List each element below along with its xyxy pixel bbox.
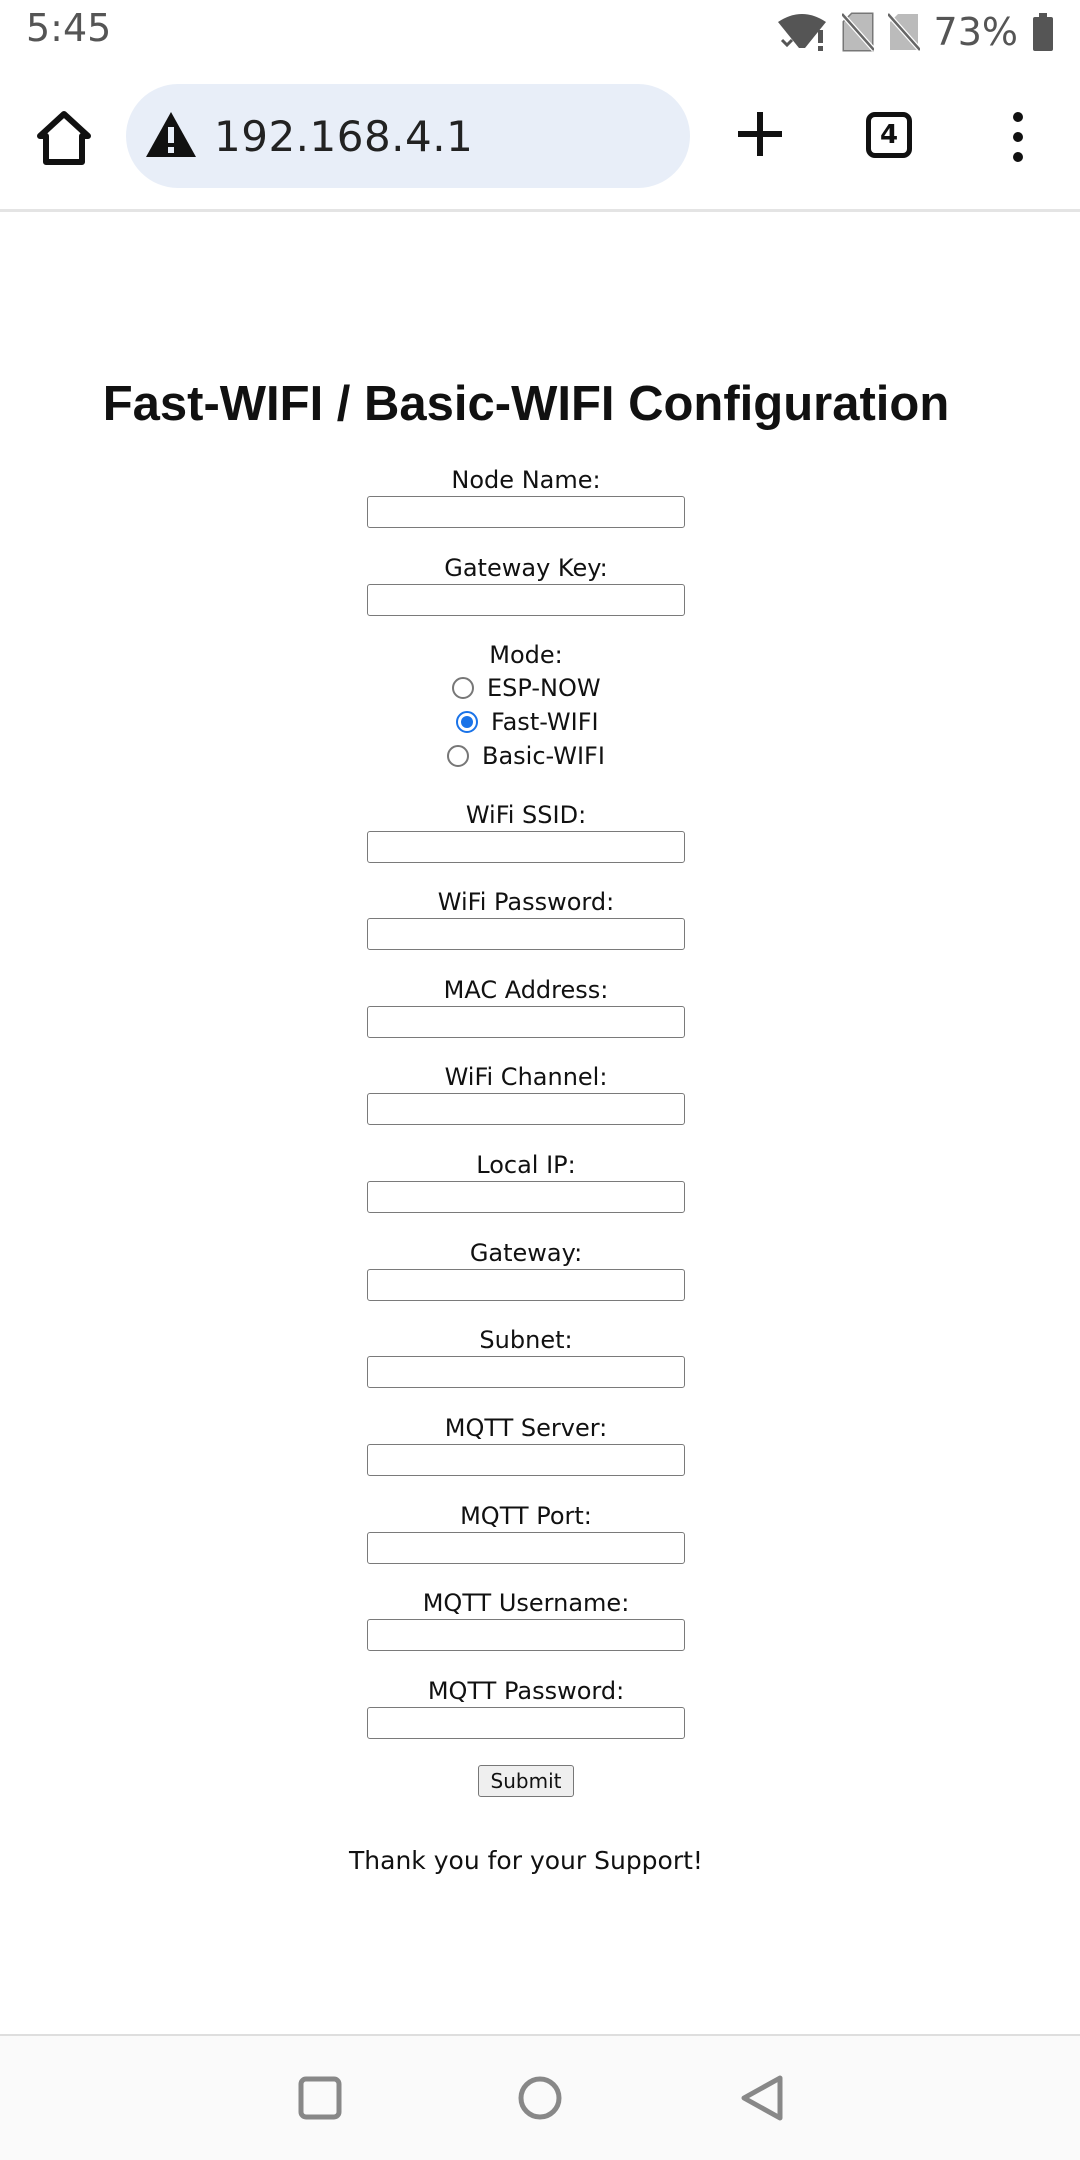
no-sim-icon <box>887 12 920 52</box>
wifi-password-label: WiFi Password: <box>437 888 615 916</box>
mac-address-input[interactable] <box>367 1006 685 1038</box>
home-icon[interactable] <box>30 104 98 172</box>
mqtt-server-input[interactable] <box>367 1444 685 1476</box>
mqtt-password-input[interactable] <box>367 1707 685 1739</box>
radio-label: Basic-WIFI <box>482 742 605 770</box>
no-sim-icon <box>841 12 874 52</box>
local-ip-input[interactable] <box>367 1181 685 1213</box>
gateway-key-label: Gateway Key: <box>444 554 608 582</box>
mode-option-fast-wifi[interactable]: Fast-WIFI <box>456 707 599 737</box>
browser-toolbar: 192.168.4.1 4 <box>0 64 1080 210</box>
mode-option-esp-now[interactable]: ESP-NOW <box>452 673 601 703</box>
wifi-ssid-label: WiFi SSID: <box>465 801 587 829</box>
mqtt-password-label: MQTT Password: <box>427 1677 625 1705</box>
submit-button[interactable]: Submit <box>478 1765 574 1797</box>
radio-button[interactable] <box>452 677 474 699</box>
wifi-channel-input[interactable] <box>367 1093 685 1125</box>
new-tab-plus-icon[interactable] <box>732 106 788 162</box>
mqtt-username-input[interactable] <box>367 1619 685 1651</box>
more-menu-icon[interactable] <box>1004 108 1032 166</box>
mqtt-server-label: MQTT Server: <box>444 1414 608 1442</box>
mqtt-port-input[interactable] <box>367 1532 685 1564</box>
thank-you-text: Thank you for your Support! <box>349 1846 703 1875</box>
back-triangle-icon[interactable] <box>738 2074 786 2122</box>
local-ip-label: Local IP: <box>476 1151 576 1179</box>
gateway-key-input[interactable] <box>367 584 685 616</box>
battery-percentage: 73% <box>933 10 1018 54</box>
page-title: Fast-WIFI / Basic-WIFI Configuration <box>102 377 950 431</box>
radio-button[interactable] <box>447 745 469 767</box>
node-name-input[interactable] <box>367 496 685 528</box>
system-navigation-bar <box>0 2036 1080 2160</box>
recents-square-icon[interactable] <box>296 2074 344 2122</box>
wifi-channel-label: WiFi Channel: <box>444 1063 608 1091</box>
wifi-ssid-input[interactable] <box>367 831 685 863</box>
mac-address-label: MAC Address: <box>443 976 609 1004</box>
node-name-label: Node Name: <box>451 466 601 494</box>
wifi-password-input[interactable] <box>367 918 685 950</box>
wifi-alert-icon <box>776 12 828 52</box>
mode-option-basic-wifi[interactable]: Basic-WIFI <box>447 741 605 771</box>
mqtt-username-label: MQTT Username: <box>422 1589 630 1617</box>
not-secure-warning-icon[interactable] <box>144 110 198 160</box>
gateway-input[interactable] <box>367 1269 685 1301</box>
tab-switcher-icon[interactable]: 4 <box>866 112 912 158</box>
status-icons: 73% <box>776 8 1054 56</box>
subnet-input[interactable] <box>367 1356 685 1388</box>
toolbar-divider <box>0 209 1080 212</box>
subnet-label: Subnet: <box>479 1326 573 1354</box>
home-circle-icon[interactable] <box>516 2074 564 2122</box>
mode-label: Mode: <box>489 641 563 669</box>
mqtt-port-label: MQTT Port: <box>460 1502 592 1530</box>
battery-icon <box>1032 12 1054 52</box>
gateway-label: Gateway: <box>469 1239 583 1267</box>
address-bar[interactable]: 192.168.4.1 <box>126 84 690 188</box>
radio-label: Fast-WIFI <box>491 708 599 736</box>
radio-button[interactable] <box>456 711 478 733</box>
url-text[interactable]: 192.168.4.1 <box>214 112 473 161</box>
status-bar: 5:45 73% <box>0 0 1080 64</box>
radio-label: ESP-NOW <box>487 674 601 702</box>
status-time: 5:45 <box>26 6 112 50</box>
